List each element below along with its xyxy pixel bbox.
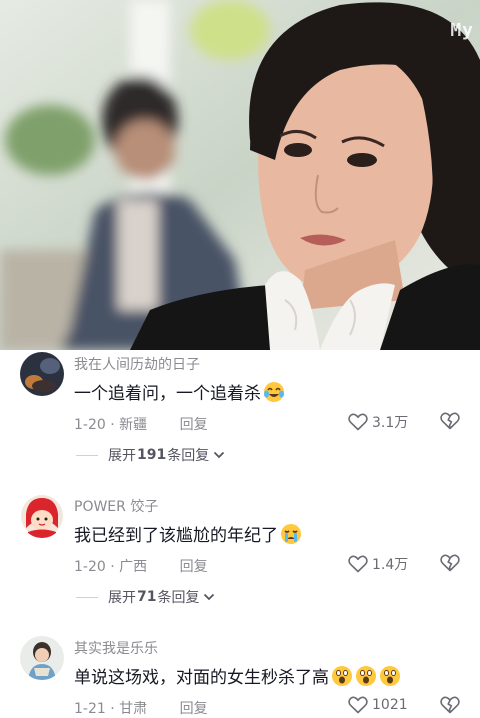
- like-count: 1021: [372, 697, 408, 713]
- dislike-button[interactable]: [440, 554, 460, 576]
- comment-username[interactable]: 我在人间历劫的日子: [74, 354, 200, 374]
- broken-heart-icon: [440, 554, 460, 572]
- comment-text-body: 我已经到了该尴尬的年纪了: [74, 526, 278, 546]
- comment-date-location: 1-20 · 新疆: [74, 417, 148, 433]
- expand-replies-button[interactable]: 展开 71 条回复: [76, 587, 215, 607]
- shocked-emoji-icon: [379, 665, 401, 687]
- heart-icon: [348, 413, 368, 431]
- crying-emoji-icon: [280, 523, 302, 545]
- comment-text-body: 单说这场戏，对面的女生秒杀了高: [74, 668, 329, 688]
- dislike-button[interactable]: [440, 412, 460, 434]
- like-button[interactable]: 1.4万: [348, 554, 408, 574]
- avatar[interactable]: [20, 352, 64, 396]
- video-frame-image: [0, 0, 480, 350]
- expand-prefix: 展开: [108, 448, 136, 464]
- comment-text-body: 一个追着问，一个追着杀: [74, 384, 261, 404]
- like-button[interactable]: 3.1万: [348, 412, 408, 432]
- expand-suffix: 条回复: [167, 448, 210, 464]
- comment-username[interactable]: 其实我是乐乐: [74, 638, 158, 658]
- expand-reply-count: 71: [137, 589, 157, 605]
- like-count: 1.4万: [372, 557, 409, 573]
- broken-heart-icon: [440, 412, 460, 430]
- comment-text: 一个追着问，一个追着杀: [74, 379, 285, 404]
- comment-meta: 1-20 · 新疆 回复: [74, 414, 208, 434]
- comment-date-location: 1-20 · 广西: [74, 559, 148, 575]
- comment-meta: 1-21 · 甘肃 回复: [74, 698, 208, 718]
- chevron-down-icon: [203, 593, 215, 601]
- broken-heart-icon: [440, 696, 460, 714]
- avatar[interactable]: [20, 494, 64, 538]
- dislike-button[interactable]: [440, 696, 460, 718]
- divider-line: [76, 454, 98, 456]
- reply-button[interactable]: 回复: [180, 559, 208, 575]
- watermark-text: My: [450, 20, 474, 41]
- heart-icon: [348, 696, 368, 714]
- comment-text: 我已经到了该尴尬的年纪了: [74, 521, 302, 546]
- like-count: 3.1万: [372, 415, 409, 431]
- comment-username[interactable]: POWER 饺子: [74, 496, 158, 516]
- comment-meta: 1-20 · 广西 回复: [74, 556, 208, 576]
- expand-reply-count: 191: [137, 447, 167, 463]
- comment-date-location: 1-21 · 甘肃: [74, 701, 148, 717]
- shocked-emoji-icon: [355, 665, 377, 687]
- like-button[interactable]: 1021: [348, 696, 408, 714]
- reply-button[interactable]: 回复: [180, 701, 208, 717]
- expand-prefix: 展开: [108, 590, 136, 606]
- shocked-emoji-icon: [331, 665, 353, 687]
- heart-icon: [348, 555, 368, 573]
- comment-text: 单说这场戏，对面的女生秒杀了高: [74, 663, 401, 688]
- expand-suffix: 条回复: [157, 590, 200, 606]
- avatar[interactable]: [20, 636, 64, 680]
- video-player[interactable]: My: [0, 0, 480, 350]
- reply-button[interactable]: 回复: [180, 417, 208, 433]
- chevron-down-icon: [213, 451, 225, 459]
- expand-replies-button[interactable]: 展开 191 条回复: [76, 445, 225, 465]
- divider-line: [76, 596, 98, 598]
- crying-laughing-emoji-icon: [263, 381, 285, 403]
